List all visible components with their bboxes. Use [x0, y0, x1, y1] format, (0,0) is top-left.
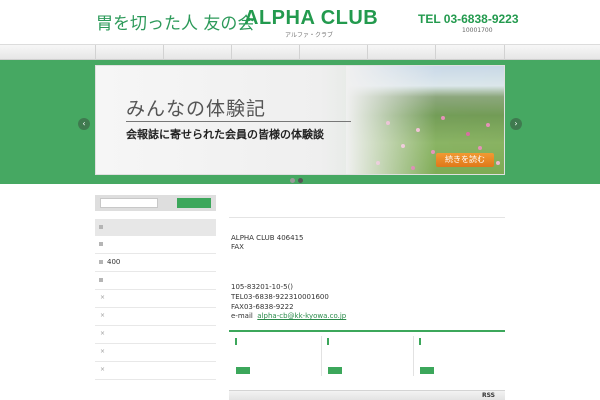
- nav-item-3[interactable]: [231, 45, 299, 60]
- rss-link[interactable]: RSS: [482, 392, 495, 399]
- address-line: 105-83201-10-5(): [231, 283, 294, 291]
- sidebar-item[interactable]: 400: [95, 254, 216, 272]
- sidebar-subitem[interactable]: ×: [95, 362, 216, 380]
- cross-icon: ×: [100, 366, 106, 373]
- sidebar-heading[interactable]: [95, 219, 216, 236]
- bullet-icon: [99, 225, 103, 229]
- search-button[interactable]: [177, 198, 211, 208]
- org-name-line: ALPHA CLUB 406415: [231, 234, 304, 242]
- org-fax-line: FAX: [231, 243, 244, 251]
- feature-boxes: [229, 330, 505, 377]
- sidebar-subitem[interactable]: ×: [95, 344, 216, 362]
- feature-box-3: [413, 332, 505, 377]
- sidebar-subitem[interactable]: ×: [95, 308, 216, 326]
- feature-box-1-button[interactable]: [236, 367, 250, 374]
- sidebar-item[interactable]: [95, 272, 216, 290]
- slider-next-icon[interactable]: ›: [510, 118, 522, 130]
- bullet-icon: [99, 242, 103, 246]
- feature-box-2-button[interactable]: [328, 367, 342, 374]
- cross-icon: ×: [100, 294, 106, 301]
- slide-title: みんなの体験記: [126, 98, 267, 120]
- hero-slide[interactable]: みんなの体験記 会報誌に寄せられた会員の皆様の体験談 続きを読む: [95, 65, 505, 175]
- slider-pagination: [290, 168, 306, 187]
- fax-line: FAX03-6838-9222: [231, 303, 294, 311]
- site-logo-katakana: アルファ・クラブ: [285, 32, 333, 39]
- email-link[interactable]: alpha-cb@kk-kyowa.co.jp: [257, 312, 346, 320]
- nav-item-1[interactable]: [95, 45, 163, 60]
- tel-line: TEL03-6838-922310001600: [231, 293, 329, 301]
- sidebar-item[interactable]: [95, 236, 216, 254]
- cross-icon: ×: [100, 312, 106, 319]
- page: 胃を切った人 友の会 ALPHA CLUB アルファ・クラブ TEL 03-68…: [0, 0, 600, 400]
- feature-box-2: [321, 332, 413, 377]
- email-line: e-mail alpha-cb@kk-kyowa.co.jp: [231, 312, 346, 320]
- feature-box-3-button[interactable]: [420, 367, 434, 374]
- nav-item-4[interactable]: [299, 45, 367, 60]
- site-logo-alpha-club[interactable]: ALPHA CLUB: [244, 7, 378, 30]
- read-more-button[interactable]: 続きを読む: [436, 153, 494, 167]
- sidebar-subitem[interactable]: ×: [95, 290, 216, 308]
- slide-subtitle: 会報誌に寄せられた会員の皆様の体験談: [126, 128, 324, 141]
- bullet-icon: [99, 278, 103, 282]
- site-logo-japanese[interactable]: 胃を切った人 友の会: [96, 9, 254, 34]
- bullet-icon: [99, 260, 103, 264]
- feature-box-1: [229, 332, 321, 377]
- nav-item-2[interactable]: [163, 45, 231, 60]
- search-input[interactable]: [100, 198, 158, 208]
- sidebar: 400 × × × × ×: [95, 195, 216, 380]
- slider-prev-icon[interactable]: ‹: [78, 118, 90, 130]
- cross-icon: ×: [100, 330, 106, 337]
- sidebar-subitem[interactable]: ×: [95, 326, 216, 344]
- email-label: e-mail: [231, 312, 253, 320]
- site-header: 胃を切った人 友の会 ALPHA CLUB アルファ・クラブ TEL 03-68…: [0, 0, 600, 44]
- cross-icon: ×: [100, 348, 106, 355]
- nav-item-6[interactable]: [435, 45, 505, 60]
- slider-dot-2[interactable]: [298, 178, 303, 183]
- news-header-bar: RSS: [229, 390, 505, 400]
- nav-item-5[interactable]: [367, 45, 435, 60]
- search-box: [95, 195, 216, 211]
- global-nav: [0, 44, 600, 60]
- header-phone: TEL 03-6838-9223: [418, 12, 519, 26]
- header-phone-hours: 10001700: [462, 27, 493, 34]
- slide-divider: [126, 121, 351, 122]
- main-divider: [229, 217, 505, 218]
- sidebar-item-label: 400: [107, 258, 121, 266]
- slider-dot-1[interactable]: [290, 178, 295, 183]
